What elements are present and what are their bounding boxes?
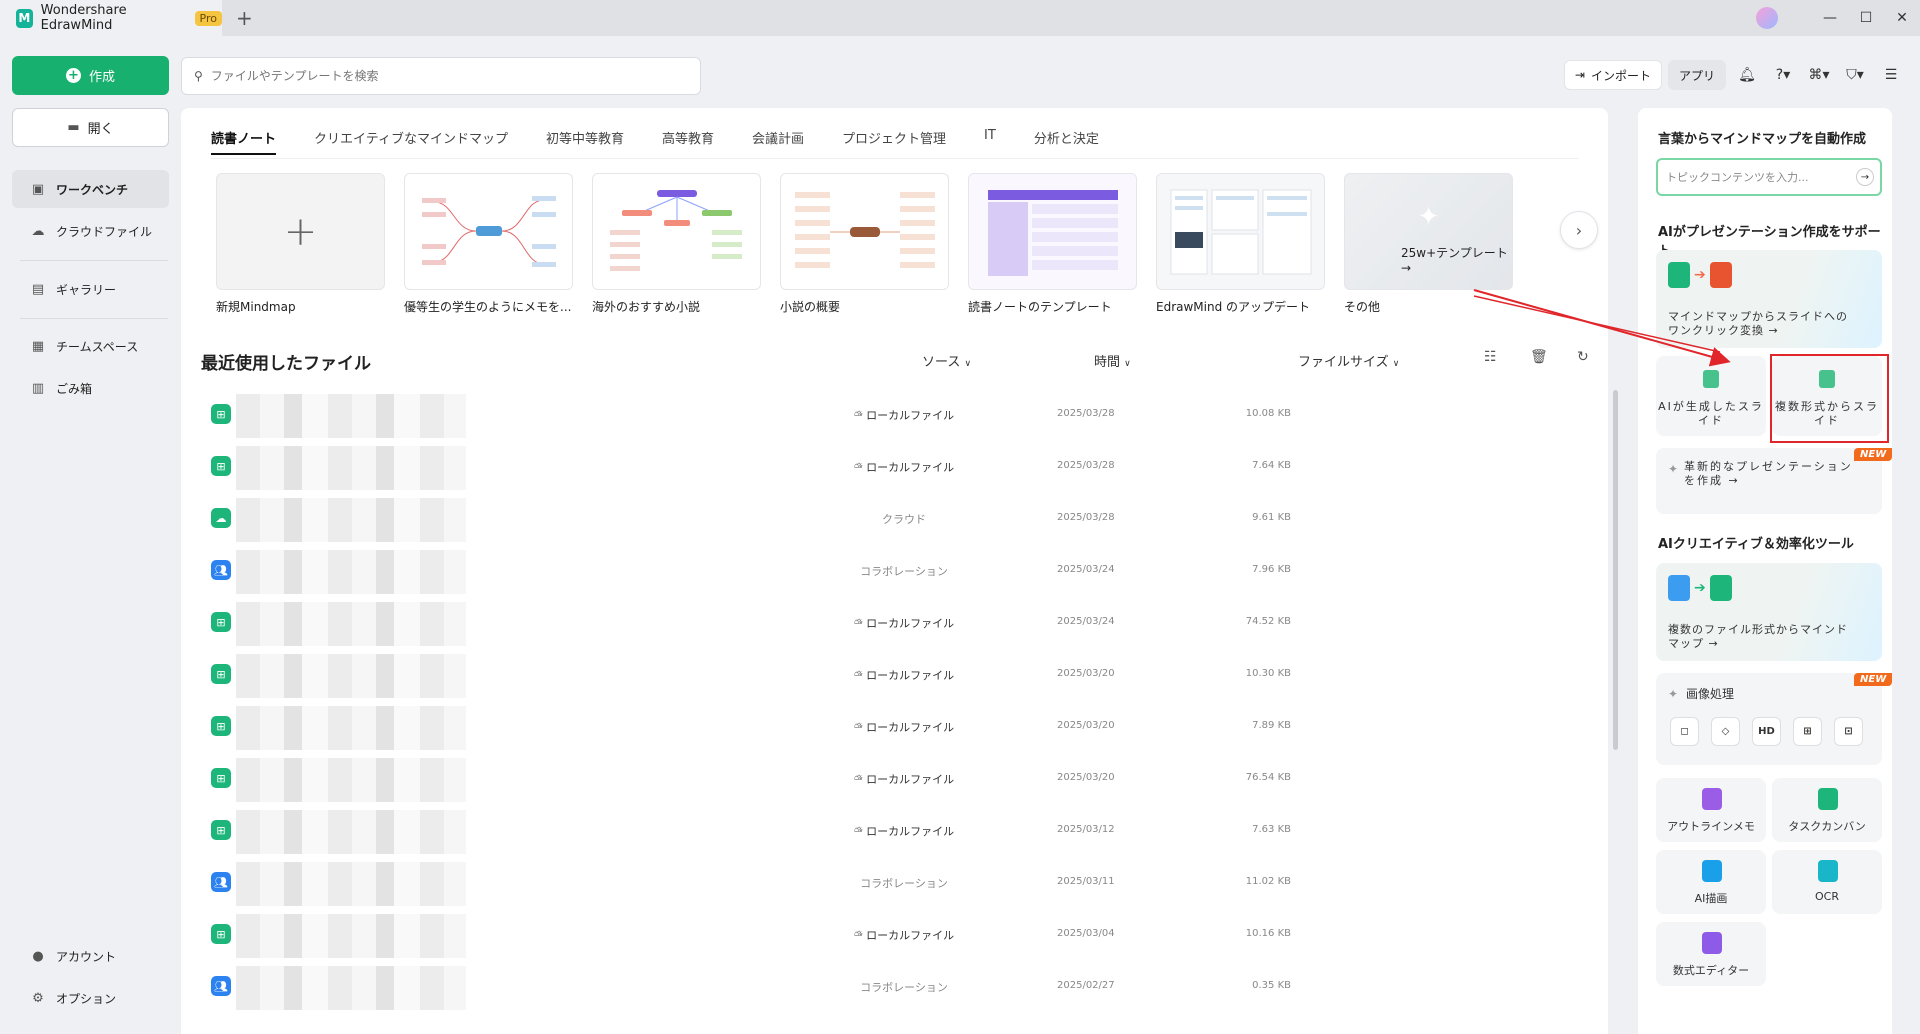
annotation-arrow xyxy=(1473,289,1731,367)
